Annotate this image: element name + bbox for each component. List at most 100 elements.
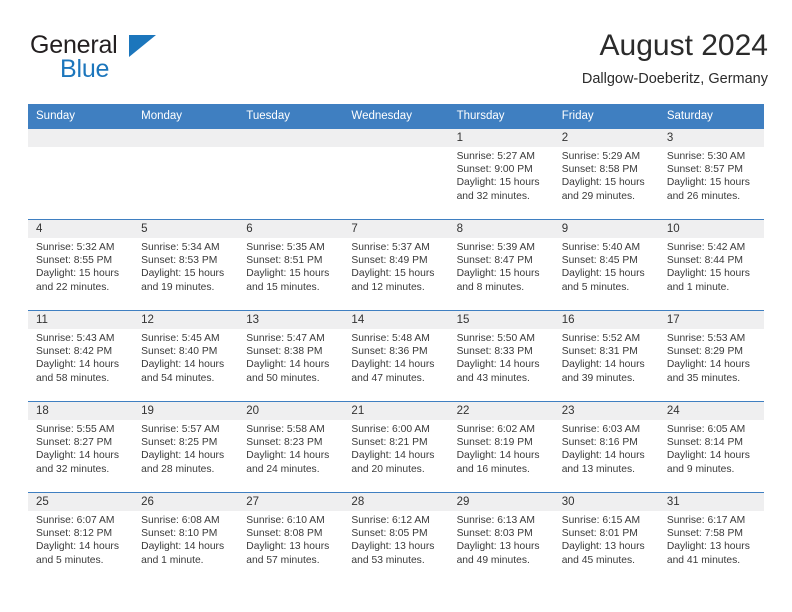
day-number: 15 <box>448 311 554 329</box>
calendar-day-cell[interactable]: 30 Sunrise: 6:15 AM Sunset: 8:01 PM Dayligh… <box>553 492 659 583</box>
calendar-day-cell[interactable]: 4 Sunrise: 5:32 AM Sunset: 8:55 PM Daylight… <box>28 219 134 311</box>
daylight-duration-line2: and 57 minutes. <box>246 554 320 566</box>
calendar-day-cell[interactable]: 2 Sunrise: 5:29 AM Sunset: 8:58 PM Daylight… <box>553 129 659 220</box>
calendar-day-cell[interactable]: 8 Sunrise: 5:39 AM Sunset: 8:47 PM Daylight… <box>448 219 554 311</box>
calendar-day-cell[interactable]: 23 Sunrise: 6:03 AM Sunset: 8:16 PM Dayligh… <box>553 401 659 493</box>
day-sun-details: Sunrise: 5:34 AM Sunset: 8:53 PM Daylight:… <box>133 238 238 294</box>
calendar-day-cell[interactable]: 3 Sunrise: 5:30 AM Sunset: 8:57 PM Daylight… <box>658 129 764 220</box>
calendar-day-cell[interactable]: 13 Sunrise: 5:47 AM Sunset: 8:38 PM Dayligh… <box>238 310 344 402</box>
generalblue-logo[interactable]: General Blue <box>28 28 248 90</box>
day-cell-inner: 1 Sunrise: 5:27 AM Sunset: 9:00 PM Daylight… <box>448 129 554 219</box>
day-cell-inner: 15 Sunrise: 5:50 AM Sunset: 8:33 PM Dayligh… <box>448 311 554 401</box>
daylight-duration-line2: and 45 minutes. <box>561 554 635 566</box>
calendar-day-cell[interactable]: 14 Sunrise: 5:48 AM Sunset: 8:36 PM Dayligh… <box>343 310 449 402</box>
day-cell-inner <box>133 129 239 219</box>
daylight-duration-line1: Daylight: 14 hours <box>246 450 330 462</box>
calendar-day-cell[interactable]: 17 Sunrise: 5:53 AM Sunset: 8:29 PM Dayligh… <box>658 310 764 402</box>
daylight-duration-line1: Daylight: 14 hours <box>36 541 119 553</box>
day-number: 19 <box>133 402 239 420</box>
day-sun-details: Sunrise: 5:45 AM Sunset: 8:40 PM Daylight:… <box>133 329 238 385</box>
calendar-day-cell[interactable]: 10 Sunrise: 5:42 AM Sunset: 8:44 PM Dayligh… <box>658 219 764 311</box>
sunrise-time: Sunrise: 5:27 AM <box>456 151 535 162</box>
calendar-day-cell[interactable]: 16 Sunrise: 5:52 AM Sunset: 8:31 PM Dayligh… <box>553 310 659 402</box>
sunrise-time: Sunrise: 5:58 AM <box>246 424 325 435</box>
daylight-duration-line1: Daylight: 15 hours <box>351 268 435 280</box>
day-cell-inner: 24 Sunrise: 6:05 AM Sunset: 8:14 PM Dayligh… <box>658 402 764 492</box>
calendar-day-cell[interactable]: 19 Sunrise: 5:57 AM Sunset: 8:25 PM Dayligh… <box>133 401 239 493</box>
calendar-week-row: 1 Sunrise: 5:27 AM Sunset: 9:00 PM Daylight… <box>28 129 764 220</box>
day-sun-details: Sunrise: 5:52 AM Sunset: 8:31 PM Daylight:… <box>554 329 659 385</box>
day-sun-details: Sunrise: 6:13 AM Sunset: 8:03 PM Daylight:… <box>449 511 554 567</box>
sunset-time: Sunset: 8:03 PM <box>456 528 533 540</box>
calendar-day-cell[interactable]: 18 Sunrise: 5:55 AM Sunset: 8:27 PM Dayligh… <box>28 401 134 493</box>
calendar-day-cell[interactable]: 22 Sunrise: 6:02 AM Sunset: 8:19 PM Dayligh… <box>448 401 554 493</box>
day-number: 23 <box>553 402 659 420</box>
sunset-time: Sunset: 9:00 PM <box>456 164 533 176</box>
calendar-week-row: 11 Sunrise: 5:43 AM Sunset: 8:42 PM Dayligh… <box>28 310 764 402</box>
calendar-day-cell[interactable]: 21 Sunrise: 6:00 AM Sunset: 8:21 PM Dayligh… <box>343 401 449 493</box>
day-number: 1 <box>448 129 554 147</box>
day-cell-inner: 23 Sunrise: 6:03 AM Sunset: 8:16 PM Dayligh… <box>553 402 659 492</box>
day-cell-inner: 30 Sunrise: 6:15 AM Sunset: 8:01 PM Dayligh… <box>553 493 659 583</box>
weekday-header-thursday: Thursday <box>448 104 554 129</box>
calendar-day-cell[interactable]: 15 Sunrise: 5:50 AM Sunset: 8:33 PM Dayligh… <box>448 310 554 402</box>
daylight-duration-line2: and 16 minutes. <box>456 463 530 475</box>
day-cell-inner: 12 Sunrise: 5:45 AM Sunset: 8:40 PM Dayligh… <box>133 311 239 401</box>
calendar-day-cell[interactable]: 20 Sunrise: 5:58 AM Sunset: 8:23 PM Dayligh… <box>238 401 344 493</box>
daylight-duration-line1: Daylight: 14 hours <box>36 359 119 371</box>
calendar-day-cell[interactable]: 9 Sunrise: 5:40 AM Sunset: 8:45 PM Daylight… <box>553 219 659 311</box>
calendar-day-cell[interactable]: 31 Sunrise: 6:17 AM Sunset: 7:58 PM Dayligh… <box>658 492 764 583</box>
day-cell-inner: 31 Sunrise: 6:17 AM Sunset: 7:58 PM Dayligh… <box>658 493 764 583</box>
day-sun-details: Sunrise: 6:08 AM Sunset: 8:10 PM Daylight:… <box>133 511 238 567</box>
day-cell-inner: 20 Sunrise: 5:58 AM Sunset: 8:23 PM Dayligh… <box>238 402 344 492</box>
day-cell-inner: 16 Sunrise: 5:52 AM Sunset: 8:31 PM Dayligh… <box>553 311 659 401</box>
daylight-duration-line2: and 53 minutes. <box>351 554 425 566</box>
sunset-time: Sunset: 8:44 PM <box>666 255 743 267</box>
daylight-duration-line1: Daylight: 14 hours <box>141 359 225 371</box>
day-cell-inner: 9 Sunrise: 5:40 AM Sunset: 8:45 PM Daylight… <box>553 220 659 310</box>
day-cell-inner: 14 Sunrise: 5:48 AM Sunset: 8:36 PM Dayligh… <box>343 311 449 401</box>
sunset-time: Sunset: 8:16 PM <box>561 437 638 449</box>
sunrise-time: Sunrise: 5:34 AM <box>141 242 220 253</box>
day-sun-details: Sunrise: 5:48 AM Sunset: 8:36 PM Daylight:… <box>343 329 448 385</box>
sunrise-time: Sunrise: 5:52 AM <box>561 333 641 344</box>
sunset-time: Sunset: 8:51 PM <box>246 255 323 267</box>
day-sun-details: Sunrise: 6:10 AM Sunset: 8:08 PM Daylight:… <box>238 511 343 567</box>
calendar-day-cell[interactable]: 29 Sunrise: 6:13 AM Sunset: 8:03 PM Dayligh… <box>448 492 554 583</box>
calendar-day-cell[interactable]: 1 Sunrise: 5:27 AM Sunset: 9:00 PM Daylight… <box>448 129 554 220</box>
day-sun-details: Sunrise: 5:58 AM Sunset: 8:23 PM Daylight:… <box>238 420 343 476</box>
sunrise-time: Sunrise: 5:48 AM <box>351 333 430 344</box>
day-number: 16 <box>553 311 659 329</box>
daylight-duration-line1: Daylight: 14 hours <box>36 450 119 462</box>
day-number: 8 <box>448 220 554 238</box>
sunset-time: Sunset: 8:29 PM <box>666 346 743 358</box>
day-sun-details: Sunrise: 5:55 AM Sunset: 8:27 PM Daylight:… <box>28 420 133 476</box>
sunset-time: Sunset: 8:36 PM <box>351 346 428 358</box>
calendar-day-cell[interactable]: 28 Sunrise: 6:12 AM Sunset: 8:05 PM Dayligh… <box>343 492 449 583</box>
calendar-week-row: 18 Sunrise: 5:55 AM Sunset: 8:27 PM Dayligh… <box>28 401 764 493</box>
day-sun-details <box>28 147 133 150</box>
calendar-day-cell[interactable]: 25 Sunrise: 6:07 AM Sunset: 8:12 PM Dayligh… <box>28 492 134 583</box>
calendar-day-cell[interactable]: 11 Sunrise: 5:43 AM Sunset: 8:42 PM Dayligh… <box>28 310 134 402</box>
calendar-day-cell[interactable]: 27 Sunrise: 6:10 AM Sunset: 8:08 PM Dayligh… <box>238 492 344 583</box>
day-number: 26 <box>133 493 239 511</box>
day-cell-inner: 28 Sunrise: 6:12 AM Sunset: 8:05 PM Dayligh… <box>343 493 449 583</box>
day-cell-inner: 18 Sunrise: 5:55 AM Sunset: 8:27 PM Dayligh… <box>28 402 134 492</box>
day-sun-details: Sunrise: 5:29 AM Sunset: 8:58 PM Daylight:… <box>554 147 659 203</box>
daylight-duration-line2: and 1 minute. <box>141 554 204 566</box>
calendar-day-cell[interactable]: 12 Sunrise: 5:45 AM Sunset: 8:40 PM Dayligh… <box>133 310 239 402</box>
day-cell-inner: 6 Sunrise: 5:35 AM Sunset: 8:51 PM Daylight… <box>238 220 344 310</box>
calendar-table: Sunday Monday Tuesday Wednesday Thursday… <box>28 104 764 583</box>
daylight-duration-line1: Daylight: 14 hours <box>666 359 750 371</box>
daylight-duration-line2: and 29 minutes. <box>561 190 635 202</box>
calendar-day-cell[interactable]: 24 Sunrise: 6:05 AM Sunset: 8:14 PM Dayligh… <box>658 401 764 493</box>
calendar-day-cell[interactable]: 7 Sunrise: 5:37 AM Sunset: 8:49 PM Daylight… <box>343 219 449 311</box>
day-number <box>343 129 449 147</box>
sunrise-time: Sunrise: 5:40 AM <box>561 242 641 253</box>
calendar-day-cell[interactable]: 5 Sunrise: 5:34 AM Sunset: 8:53 PM Daylight… <box>133 219 239 311</box>
daylight-duration-line2: and 24 minutes. <box>246 463 320 475</box>
daylight-duration-line2: and 47 minutes. <box>351 372 425 384</box>
day-cell-inner: 27 Sunrise: 6:10 AM Sunset: 8:08 PM Dayligh… <box>238 493 344 583</box>
calendar-day-cell[interactable]: 6 Sunrise: 5:35 AM Sunset: 8:51 PM Daylight… <box>238 219 344 311</box>
calendar-day-cell[interactable]: 26 Sunrise: 6:08 AM Sunset: 8:10 PM Dayligh… <box>133 492 239 583</box>
